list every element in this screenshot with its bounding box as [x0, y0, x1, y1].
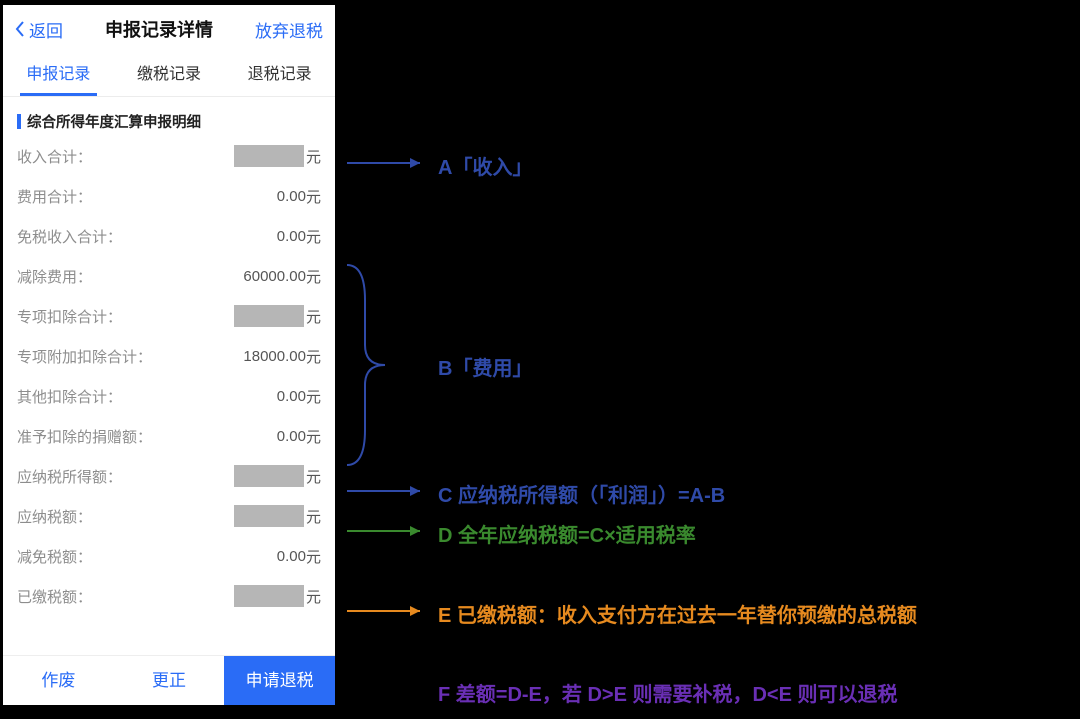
redacted-value: [234, 305, 304, 327]
row-label: 已缴税额：: [17, 586, 92, 607]
value-number: 0.00: [277, 388, 306, 405]
section-header: 综合所得年度汇算申报明细: [3, 97, 335, 136]
value-unit: 元: [306, 306, 321, 327]
section-title: 综合所得年度汇算申报明细: [27, 111, 201, 132]
value-unit: 元: [306, 346, 321, 367]
annotation-d: D 全年应纳税额=C×适用税率: [438, 519, 696, 548]
detail-row: 免税收入合计： 0.00元: [3, 216, 335, 256]
value-number: 0.00: [277, 188, 306, 205]
row-label: 免税收入合计：: [17, 226, 122, 247]
row-label: 专项附加扣除合计：: [17, 346, 152, 367]
value-unit: 元: [306, 546, 321, 567]
row-value: 0.00元: [277, 226, 321, 247]
row-label: 准予扣除的捐赠额：: [17, 426, 152, 447]
detail-row: 应纳税所得额： 元: [3, 456, 335, 496]
row-label: 收入合计：: [17, 146, 92, 167]
void-button[interactable]: 作废: [3, 656, 114, 705]
row-value: 元: [234, 145, 321, 167]
annotation-b: B「费用」: [438, 352, 532, 381]
row-value: 60000.00元: [243, 266, 321, 287]
detail-list: 收入合计：元费用合计：0.00元免税收入合计：0.00元减除费用：60000.0…: [3, 136, 335, 616]
page-title: 申报记录详情: [105, 16, 213, 42]
footer-actions: 作废 更正 申请退税: [3, 655, 335, 705]
row-label: 减除费用：: [17, 266, 92, 287]
row-value: 元: [234, 585, 321, 607]
redacted-value: [234, 145, 304, 167]
back-label: 返回: [29, 17, 63, 42]
value-unit: 元: [306, 186, 321, 207]
annotation-f: F 差额=D-E，若 D>E 则需要补税，D<E 则可以退税: [438, 678, 898, 707]
value-number: 0.00: [277, 228, 306, 245]
detail-row: 减免税额： 0.00元: [3, 536, 335, 576]
row-label: 其他扣除合计：: [17, 386, 122, 407]
detail-row: 减除费用： 60000.00元: [3, 256, 335, 296]
annotation-c: C 应纳税所得额（「利润」）=A-B: [438, 479, 725, 508]
tab-declaration[interactable]: 申报记录: [3, 53, 114, 96]
detail-row: 已缴税额： 元: [3, 576, 335, 616]
detail-row: 其他扣除合计： 0.00元: [3, 376, 335, 416]
value-number: 18000.00: [243, 348, 306, 365]
value-unit: 元: [306, 386, 321, 407]
redacted-value: [234, 465, 304, 487]
redacted-value: [234, 585, 304, 607]
row-value: 元: [234, 505, 321, 527]
detail-row: 费用合计： 0.00元: [3, 176, 335, 216]
value-unit: 元: [306, 426, 321, 447]
value-unit: 元: [306, 466, 321, 487]
detail-row: 准予扣除的捐赠额： 0.00元: [3, 416, 335, 456]
detail-row: 收入合计： 元: [3, 136, 335, 176]
abandon-refund-link[interactable]: 放弃退税: [255, 17, 323, 42]
nav-bar: 返回 申报记录详情 放弃退税: [3, 5, 335, 53]
row-value: 0.00元: [277, 546, 321, 567]
row-label: 专项扣除合计：: [17, 306, 122, 327]
row-value: 0.00元: [277, 186, 321, 207]
redacted-value: [234, 505, 304, 527]
row-label: 应纳税额：: [17, 506, 92, 527]
tab-refund[interactable]: 退税记录: [224, 53, 335, 96]
value-unit: 元: [306, 146, 321, 167]
section-indicator: [17, 114, 21, 129]
chevron-left-icon: [15, 20, 25, 38]
tab-payment[interactable]: 缴税记录: [114, 53, 225, 96]
value-number: 0.00: [277, 428, 306, 445]
value-number: 0.00: [277, 548, 306, 565]
record-tabs: 申报记录 缴税记录 退税记录: [3, 53, 335, 97]
back-button[interactable]: 返回: [15, 17, 63, 42]
apply-refund-button[interactable]: 申请退税: [224, 656, 335, 705]
correct-button[interactable]: 更正: [114, 656, 225, 705]
row-label: 费用合计：: [17, 186, 92, 207]
value-number: 60000.00: [243, 268, 306, 285]
row-label: 减免税额：: [17, 546, 92, 567]
row-value: 元: [234, 305, 321, 327]
row-value: 18000.00元: [243, 346, 321, 367]
value-unit: 元: [306, 226, 321, 247]
annotation-e: E 已缴税额：收入支付方在过去一年替你预缴的总税额: [438, 599, 917, 628]
row-label: 应纳税所得额：: [17, 466, 122, 487]
row-value: 0.00元: [277, 426, 321, 447]
detail-row: 应纳税额： 元: [3, 496, 335, 536]
detail-row: 专项扣除合计： 元: [3, 296, 335, 336]
value-unit: 元: [306, 266, 321, 287]
annotation-a: A「收入」: [438, 151, 532, 180]
value-unit: 元: [306, 586, 321, 607]
value-unit: 元: [306, 506, 321, 527]
declaration-details-screen: 返回 申报记录详情 放弃退税 申报记录 缴税记录 退税记录 综合所得年度汇算申报…: [3, 5, 335, 705]
row-value: 元: [234, 465, 321, 487]
detail-row: 专项附加扣除合计： 18000.00元: [3, 336, 335, 376]
row-value: 0.00元: [277, 386, 321, 407]
